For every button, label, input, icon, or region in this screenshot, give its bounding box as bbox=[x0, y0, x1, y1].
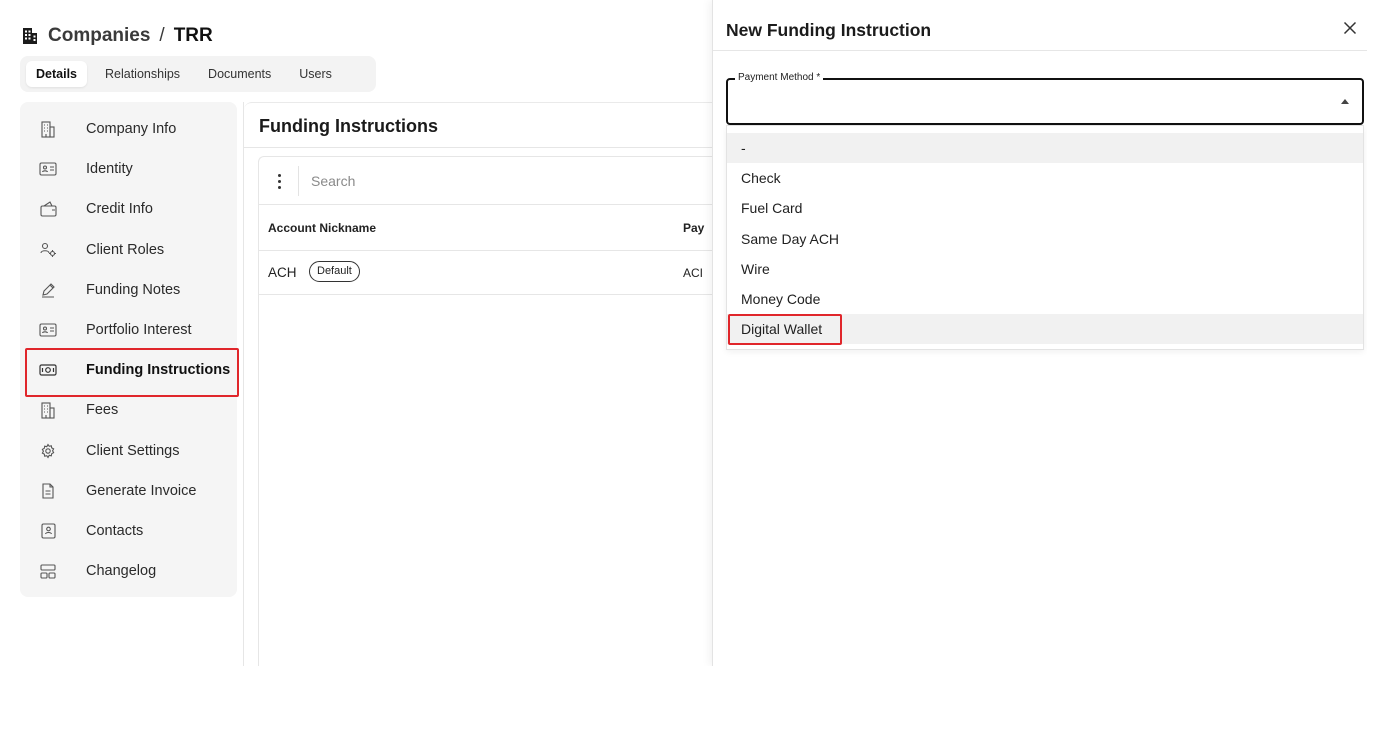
document-icon bbox=[39, 482, 57, 500]
sidebar-item-portfolio-interest[interactable]: Portfolio Interest bbox=[20, 310, 237, 350]
page-title: Funding Instructions bbox=[259, 116, 438, 136]
pen-icon bbox=[39, 281, 57, 299]
option-digital-wallet[interactable]: Digital Wallet bbox=[727, 314, 1363, 346]
sidebar-item-client-roles[interactable]: Client Roles bbox=[20, 230, 237, 270]
payment-method-dropdown: - Check Fuel Card Same Day ACH Wire Mone… bbox=[726, 125, 1364, 350]
sidebar-item-label: Generate Invoice bbox=[86, 482, 197, 499]
sidebar-item-label: Contacts bbox=[86, 522, 144, 539]
cell-account-nickname: ACH bbox=[268, 265, 297, 280]
sidebar-item-funding-instructions[interactable]: Funding Instructions bbox=[20, 348, 239, 398]
sidebar-item-label: Changelog bbox=[86, 563, 157, 580]
panel-header: Funding Instructions bbox=[244, 102, 714, 148]
tab-relationships[interactable]: Relationships bbox=[95, 61, 190, 87]
money-icon bbox=[39, 361, 57, 379]
sidebar-item-label: Credit Info bbox=[86, 201, 153, 218]
breadcrumb: Companies / TRR bbox=[22, 24, 213, 48]
close-icon[interactable] bbox=[1342, 20, 1358, 36]
search-bar bbox=[259, 157, 715, 205]
funding-instructions-panel: Funding Instructions Account Nickname Pa… bbox=[243, 102, 715, 666]
sidebar-item-label: Funding Notes bbox=[86, 281, 181, 298]
building-icon bbox=[22, 27, 38, 45]
option-check[interactable]: Check bbox=[727, 163, 1363, 193]
sidebar-item-identity[interactable]: Identity bbox=[20, 149, 237, 189]
payment-method-select[interactable]: Payment Method * bbox=[726, 72, 1364, 125]
drawer-title: New Funding Instruction bbox=[726, 20, 932, 40]
gear-icon bbox=[39, 442, 57, 460]
more-vertical-icon[interactable] bbox=[272, 171, 286, 191]
option-fuel-card[interactable]: Fuel Card bbox=[727, 193, 1363, 223]
funding-instructions-table: Account Nickname Pay ACH Default ACI bbox=[258, 156, 715, 666]
sidebar-item-label: Client Roles bbox=[86, 241, 165, 258]
tab-details[interactable]: Details bbox=[26, 61, 87, 87]
building-icon bbox=[39, 401, 57, 419]
tab-bar: Details Relationships Documents Users bbox=[20, 56, 376, 92]
wallet-icon bbox=[39, 200, 57, 218]
column-header-account-nickname[interactable]: Account Nickname bbox=[268, 221, 376, 235]
table-header-row: Account Nickname Pay bbox=[259, 205, 715, 251]
option-money-code[interactable]: Money Code bbox=[727, 284, 1363, 314]
sidebar-item-client-settings[interactable]: Client Settings bbox=[20, 431, 237, 471]
layout-icon bbox=[39, 562, 57, 580]
building-icon bbox=[39, 120, 57, 138]
sidebar-item-credit-info[interactable]: Credit Info bbox=[20, 189, 237, 229]
sidebar-item-label: Fees bbox=[86, 402, 119, 419]
sidebar-item-changelog[interactable]: Changelog bbox=[20, 551, 237, 591]
table-row[interactable]: ACH Default ACI bbox=[259, 251, 715, 295]
search-input[interactable] bbox=[311, 170, 691, 192]
column-header-payment-method[interactable]: Pay bbox=[683, 221, 704, 235]
new-funding-instruction-drawer: New Funding Instruction Payment Method *… bbox=[712, 0, 1367, 666]
default-badge: Default bbox=[309, 261, 360, 282]
sidebar: Company Info Identity Credit Info Client… bbox=[20, 102, 239, 597]
id-card-icon bbox=[39, 160, 57, 178]
payment-method-label: Payment Method * bbox=[735, 72, 824, 83]
sidebar-item-generate-invoice[interactable]: Generate Invoice bbox=[20, 471, 237, 511]
divider bbox=[298, 166, 299, 196]
sidebar-item-label: Funding Instructions bbox=[86, 362, 231, 379]
app-window: Companies / TRR Details Relationships Do… bbox=[10, 0, 1367, 666]
caret-up-icon bbox=[1341, 99, 1349, 104]
breadcrumb-companies-link[interactable]: Companies bbox=[48, 25, 150, 47]
users-gear-icon bbox=[39, 241, 57, 259]
sidebar-item-label: Company Info bbox=[86, 121, 177, 138]
cell-payment-method: ACI bbox=[683, 266, 704, 280]
tab-documents[interactable]: Documents bbox=[198, 61, 281, 87]
sidebar-item-funding-notes[interactable]: Funding Notes bbox=[20, 270, 237, 310]
highlight-box bbox=[728, 314, 842, 346]
tab-users[interactable]: Users bbox=[289, 61, 342, 87]
drawer-header: New Funding Instruction bbox=[713, 0, 1367, 51]
sidebar-item-label: Identity bbox=[86, 161, 133, 178]
id-card-icon bbox=[39, 321, 57, 339]
sidebar-item-label: Portfolio Interest bbox=[86, 322, 192, 339]
contact-icon bbox=[39, 522, 57, 540]
breadcrumb-current: TRR bbox=[173, 25, 213, 46]
breadcrumb-separator: / bbox=[159, 25, 165, 46]
sidebar-item-company-info[interactable]: Company Info bbox=[20, 109, 237, 149]
option-wire[interactable]: Wire bbox=[727, 254, 1363, 284]
option-same-day-ach[interactable]: Same Day ACH bbox=[727, 224, 1363, 254]
option-none[interactable]: - bbox=[727, 133, 1363, 164]
sidebar-item-label: Client Settings bbox=[86, 442, 180, 459]
sidebar-item-contacts[interactable]: Contacts bbox=[20, 511, 237, 551]
sidebar-item-fees[interactable]: Fees bbox=[20, 390, 237, 430]
